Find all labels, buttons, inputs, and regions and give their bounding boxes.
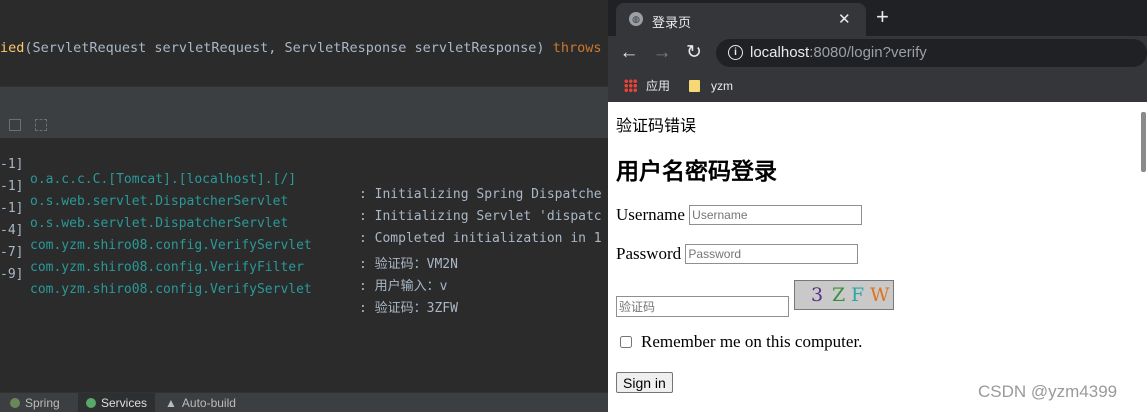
tab-services-label: Services [101, 396, 148, 410]
password-label: Password [616, 244, 682, 264]
log-message: : 用户输入：v [359, 279, 448, 294]
address-bar[interactable]: i localhost:8080/login?verify [716, 39, 1147, 67]
reload-icon[interactable]: ↻ [681, 40, 707, 66]
site-info-icon[interactable]: i [728, 45, 743, 60]
ide-status-bar: Spring Services ▲ Auto-build [0, 392, 608, 412]
log-line: -9] com.yzm.shiro08.config.VerifyServlet… [0, 252, 458, 316]
url-host: localhost [750, 44, 810, 61]
url-text: localhost:8080/login?verify [750, 44, 927, 61]
folder-icon [689, 80, 700, 92]
log-message: : Completed initialization in 1 [359, 231, 602, 246]
username-row: Username [616, 204, 863, 226]
error-message: 验证码错误 [616, 118, 697, 135]
url-path: :8080/login?verify [809, 44, 927, 61]
bookmark-apps[interactable]: 应用 [624, 77, 670, 95]
ide-window: ied(ServletRequest servletRequest, Servl… [0, 0, 608, 412]
log-logger: com.yzm.shiro08.config.VerifyServlet [30, 238, 312, 253]
log-logger: com.yzm.shiro08.config.VerifyFilter [30, 260, 304, 275]
log-line: -7] com.yzm.shiro08.config.VerifyFilter … [0, 230, 447, 294]
back-arrow-icon[interactable]: ← [616, 40, 642, 66]
captcha-char: W [870, 284, 890, 306]
console-toolbar [0, 113, 608, 138]
page-title: 用户名密码登录 [616, 158, 777, 184]
captcha-input[interactable] [616, 296, 789, 317]
bookmark-folder-label: yzm [711, 79, 733, 93]
apps-grid-icon [624, 79, 637, 92]
tab-title: 登录页 [652, 15, 692, 30]
browser-tab-active[interactable]: ◍ 登录页 ✕ [616, 3, 866, 36]
captcha-char: Z [832, 284, 846, 306]
log-logger: com.yzm.shiro08.config.VerifyServlet [30, 282, 312, 297]
navigation-bar: ← → ↻ i localhost:8080/login?verify [608, 36, 1147, 70]
password-row: Password [616, 243, 859, 265]
log-line: -1] o.s.web.servlet.DispatcherServlet : … [0, 164, 602, 224]
spring-icon [10, 398, 20, 408]
page-scrollbar[interactable] [1141, 112, 1146, 172]
log-message: : 验证码：3ZFW [359, 301, 458, 316]
remember-me-label: Remember me on this computer. [641, 332, 863, 351]
log-logger: o.s.web.servlet.DispatcherServlet [30, 216, 289, 231]
log-message: : 验证码：VM2N [359, 257, 458, 272]
forward-arrow-icon[interactable]: → [649, 40, 675, 66]
tab-spring[interactable]: Spring [10, 393, 60, 412]
services-icon [86, 398, 96, 408]
captcha-image[interactable]: 3 Z F W [794, 280, 894, 310]
code-throws-keyword: throws [552, 40, 602, 56]
watermark: CSDN @yzm4399 [978, 382, 1118, 401]
code-params: (ServletRequest servletRequest, ServletR… [24, 40, 553, 56]
captcha-char: 3 [811, 284, 824, 306]
log-line: -1] o.s.web.servlet.DispatcherServlet : … [0, 186, 602, 246]
log-logger: o.a.c.c.C.[Tomcat].[localhost].[/] [30, 172, 297, 187]
code-method-name: ied [0, 40, 25, 56]
tab-services[interactable]: Services [78, 393, 156, 412]
password-input[interactable] [685, 244, 859, 265]
tab-strip: ◍ 登录页 ✕ + [608, 0, 1147, 36]
layout-icon[interactable] [9, 119, 21, 131]
remember-me-checkbox[interactable] [620, 336, 632, 348]
log-message: : Initializing Spring Dispatche [359, 187, 602, 202]
filter-icon[interactable] [35, 119, 47, 131]
sign-in-button[interactable]: Sign in [616, 372, 673, 393]
globe-icon: ◍ [629, 12, 643, 26]
new-tab-button[interactable]: + [876, 3, 889, 31]
console-output: -1] o.a.c.c.C.[Tomcat].[localhost].[/] :… [0, 140, 608, 392]
bookmark-folder-yzm[interactable]: yzm [689, 77, 733, 95]
close-tab-icon[interactable]: ✕ [838, 10, 851, 28]
browser-window: ◍ 登录页 ✕ + ← → ↻ i localhost:8080/login?v… [608, 0, 1147, 412]
log-thread: -9] [0, 267, 24, 282]
log-line: -1] o.a.c.c.C.[Tomcat].[localhost].[/] :… [0, 142, 602, 202]
captcha-char: F [851, 284, 865, 306]
tab-spring-label: Spring [25, 396, 60, 410]
log-logger: o.s.web.servlet.DispatcherServlet [30, 194, 289, 209]
username-label: Username [616, 205, 685, 225]
code-line: ied(ServletRequest servletRequest, Servl… [0, 40, 608, 62]
bookmarks-bar: 应用 yzm [608, 70, 1147, 102]
tab-auto-build-label: Auto-build [181, 396, 236, 410]
login-page: 验证码错误 用户名密码登录 Username Password 3 Z F W … [608, 102, 1147, 412]
warning-icon: ▲ [165, 396, 177, 410]
tool-window-header [0, 86, 608, 114]
log-line: -4] com.yzm.shiro08.config.VerifyServlet… [0, 208, 458, 272]
tab-auto-build[interactable]: ▲ Auto-build [165, 393, 236, 412]
log-message: : Initializing Servlet 'dispatc [359, 209, 602, 224]
bookmark-apps-label: 应用 [646, 79, 671, 93]
username-input[interactable] [689, 205, 863, 226]
